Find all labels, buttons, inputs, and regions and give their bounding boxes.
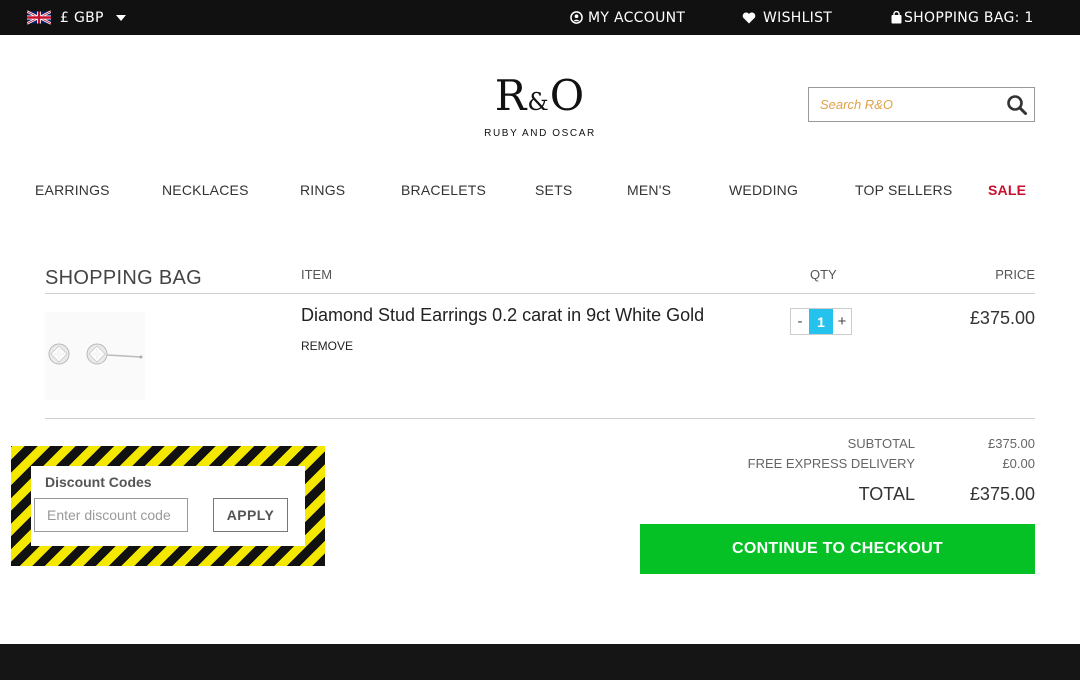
apply-discount-button[interactable]: APPLY — [213, 498, 288, 532]
shopping-bag-link[interactable]: SHOPPING BAG: 1 — [891, 0, 1034, 35]
top-bar: £ GBP MY ACCOUNT WISHLIST SHOPPING BAG: … — [0, 0, 1080, 35]
product-thumbnail[interactable] — [45, 312, 145, 400]
search-input[interactable] — [809, 88, 999, 121]
heart-icon — [742, 11, 756, 23]
quantity-stepper: - 1 + — [790, 308, 852, 335]
column-header-item: ITEM — [301, 267, 333, 282]
shopping-bag-label: SHOPPING BAG: 1 — [904, 9, 1034, 26]
column-header-qty: QTY — [810, 267, 837, 282]
logo[interactable]: R&O RUBY AND OSCAR — [460, 71, 620, 140]
logo-subtitle: RUBY AND OSCAR — [484, 128, 596, 139]
quantity-decrease-button[interactable]: - — [791, 309, 809, 334]
uk-flag-icon — [27, 10, 51, 25]
wishlist-label: WISHLIST — [763, 9, 833, 26]
discount-code-input[interactable] — [34, 498, 188, 532]
wishlist-link[interactable]: WISHLIST — [742, 0, 832, 35]
my-account-label: MY ACCOUNT — [588, 9, 686, 26]
shopping-bag-icon — [891, 11, 902, 24]
main-nav: EARRINGS NECKLACES RINGS BRACELETS SETS … — [0, 182, 1080, 202]
discount-label: Discount Codes — [45, 474, 152, 490]
my-account-link[interactable]: MY ACCOUNT — [570, 0, 685, 35]
quantity-increase-button[interactable]: + — [833, 309, 851, 334]
subtotal-value: £375.00 — [988, 436, 1035, 451]
currency-selector[interactable]: £ GBP — [27, 0, 126, 35]
column-header-price: PRICE — [995, 267, 1035, 282]
nav-item-sale[interactable]: SALE — [988, 182, 1026, 198]
search-box — [808, 87, 1035, 122]
total-label: TOTAL — [858, 484, 915, 504]
page-title: SHOPPING BAG — [45, 267, 202, 289]
total-value: £375.00 — [969, 484, 1035, 504]
nav-item-sets[interactable]: SETS — [535, 182, 572, 198]
remove-item-link[interactable]: REMOVE — [301, 339, 353, 353]
footer — [0, 644, 1080, 680]
earrings-image — [48, 343, 143, 365]
divider — [45, 293, 1035, 294]
divider — [45, 418, 1035, 419]
delivery-value: £0.00 — [1002, 456, 1035, 471]
continue-to-checkout-button[interactable]: CONTINUE TO CHECKOUT — [640, 524, 1035, 574]
currency-label: £ GBP — [60, 9, 104, 26]
nav-item-top-sellers[interactable]: TOP SELLERS — [855, 182, 952, 198]
nav-item-bracelets[interactable]: BRACELETS — [401, 182, 486, 198]
quantity-value[interactable]: 1 — [809, 309, 833, 334]
search-icon[interactable] — [1006, 94, 1028, 116]
nav-item-earrings[interactable]: EARRINGS — [35, 182, 110, 198]
user-circle-icon — [570, 11, 583, 24]
nav-item-rings[interactable]: RINGS — [300, 182, 345, 198]
line-item-price: £375.00 — [969, 308, 1035, 328]
subtotal-label: SUBTOTAL — [847, 436, 915, 451]
chevron-down-icon — [115, 14, 126, 21]
nav-item-necklaces[interactable]: NECKLACES — [162, 182, 249, 198]
line-item-name[interactable]: Diamond Stud Earrings 0.2 carat in 9ct W… — [301, 305, 704, 326]
delivery-label: FREE EXPRESS DELIVERY — [747, 456, 915, 471]
nav-item-wedding[interactable]: WEDDING — [729, 182, 798, 198]
nav-item-mens[interactable]: MEN'S — [627, 182, 671, 198]
logo-mark: R&O — [494, 71, 586, 120]
